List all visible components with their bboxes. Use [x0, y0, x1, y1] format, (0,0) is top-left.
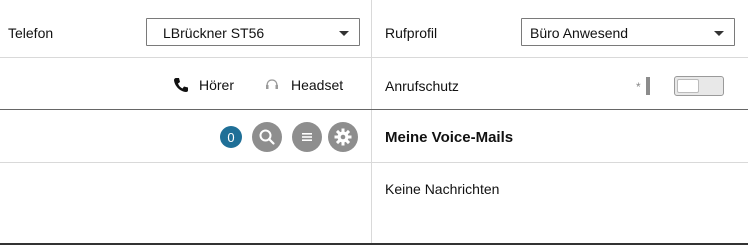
- list-button[interactable]: [292, 122, 322, 152]
- rufprofil-select[interactable]: Büro Anwesend: [521, 18, 735, 46]
- telefon-label: Telefon: [8, 25, 54, 41]
- rufprofil-label: Rufprofil: [385, 25, 438, 41]
- chevron-down-icon: [339, 31, 349, 36]
- anrufschutz-label: Anrufschutz: [385, 78, 459, 94]
- voicemail-empty-text: Keine Nachrichten: [385, 181, 500, 197]
- hoerer-label: Hörer: [199, 77, 235, 93]
- search-icon: [259, 129, 275, 145]
- rufprofil-select-value: Büro Anwesend: [530, 25, 629, 41]
- search-button[interactable]: [252, 122, 282, 152]
- asterisk-icon: *: [636, 80, 641, 94]
- telefon-select[interactable]: LBrückner ST56: [146, 18, 360, 46]
- row-divider: [0, 57, 748, 58]
- chevron-down-icon: [714, 31, 724, 36]
- gear-icon: [334, 128, 352, 146]
- section-divider: [0, 109, 748, 110]
- list-icon: [302, 133, 312, 141]
- count-badge: 0: [220, 126, 242, 148]
- row-divider: [0, 162, 748, 163]
- phone-handset-icon: [174, 78, 188, 92]
- headset-icon: [266, 79, 278, 89]
- indicator-bar-icon: [646, 77, 650, 95]
- toggle-knob: [677, 79, 699, 93]
- telefon-select-value: LBrückner ST56: [163, 25, 265, 41]
- headset-option[interactable]: Headset: [264, 77, 343, 93]
- headset-label: Headset: [291, 77, 344, 93]
- hoerer-option[interactable]: Hörer: [173, 77, 234, 93]
- anrufschutz-toggle[interactable]: [674, 76, 724, 96]
- column-divider: [371, 0, 372, 245]
- voicemail-title: Meine Voice-Mails: [385, 129, 514, 146]
- settings-button[interactable]: [328, 122, 358, 152]
